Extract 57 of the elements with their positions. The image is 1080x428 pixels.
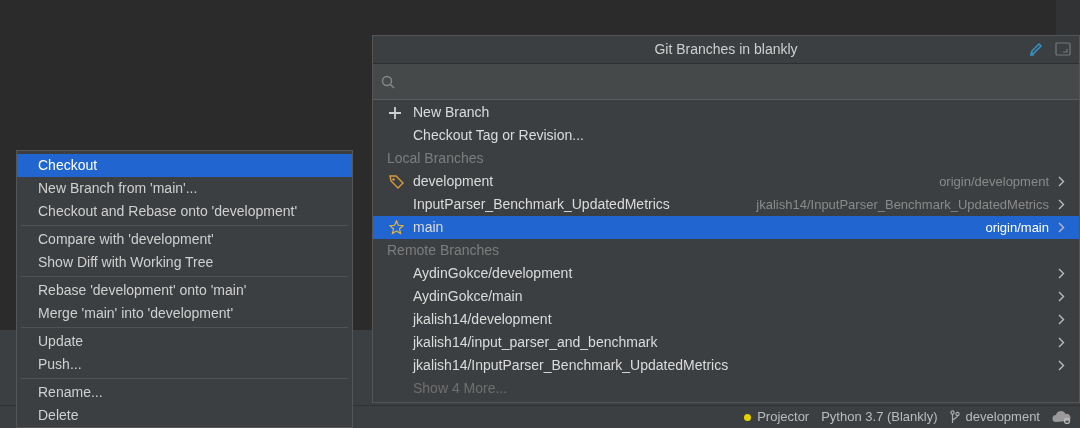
chevron-right-icon [1058, 222, 1065, 233]
status-item[interactable]: development [965, 407, 1040, 427]
branch-item[interactable]: InputParser_Benchmark_UpdatedMetrics jkalish14/InputParser_Benchmark_UpdatedMetrics [373, 193, 1079, 216]
item-label: InputParser_Benchmark_UpdatedMetrics [413, 195, 670, 214]
item-label: main [413, 218, 444, 237]
menu-item[interactable]: Merge 'main' into 'development' [17, 302, 352, 325]
branch-icon [949, 410, 960, 424]
popup-title: Git Branches in blankly [654, 40, 798, 59]
menu-item[interactable]: New Branch from 'main'... [17, 177, 352, 200]
branch-item[interactable]: jkalish14/input_parser_and_benchmark [373, 331, 1079, 354]
item-label: development [413, 172, 494, 191]
action-item[interactable]: Checkout Tag or Revision... [373, 124, 1079, 147]
status-item[interactable]: Projector [757, 407, 810, 427]
menu-item[interactable]: Checkout [17, 154, 352, 177]
section-header: Local Branches [387, 149, 484, 168]
item-label: AydinGokce/main [413, 287, 523, 306]
chevron-right-icon [1058, 199, 1065, 210]
chevron-right-icon [1058, 291, 1065, 302]
chevron-right-icon [1058, 337, 1065, 348]
tracking-branch: origin/main [985, 218, 1049, 237]
menu-item[interactable]: Rebase 'development' onto 'main' [17, 279, 352, 302]
menu-item[interactable]: Push... [17, 353, 352, 376]
plus-icon [389, 106, 401, 119]
star-icon [389, 220, 404, 235]
chevron-right-icon [1058, 360, 1065, 371]
cloud-gear-icon[interactable] [1052, 410, 1072, 424]
tracking-branch: origin/development [939, 172, 1049, 191]
branch-item[interactable]: AydinGokce/main [373, 285, 1079, 308]
section-header: Remote Branches [387, 241, 500, 260]
item-label: New Branch [413, 103, 490, 122]
chevron-right-icon [1058, 176, 1065, 187]
item-label: AydinGokce/development [413, 264, 573, 283]
tag-icon [389, 174, 404, 189]
branch-item[interactable]: development origin/development [373, 170, 1079, 193]
menu-item[interactable]: Show Diff with Working Tree [17, 251, 352, 274]
item-label: jkalish14/development [413, 310, 552, 329]
item-label: Checkout Tag or Revision... [413, 126, 584, 145]
item-label: jkalish14/InputParser_Benchmark_UpdatedMetrics [413, 356, 729, 375]
status-item[interactable]: Python 3.7 (Blankly) [821, 407, 938, 427]
branch-item[interactable]: AydinGokce/development [373, 262, 1079, 285]
menu-item[interactable]: Checkout and Rebase onto 'development' [17, 200, 352, 223]
search-icon [381, 74, 395, 89]
menu-item[interactable]: Rename... [17, 381, 352, 404]
search-field[interactable] [373, 64, 1079, 100]
action-item[interactable]: New Branch [373, 101, 1079, 124]
menu-item[interactable]: Update [17, 330, 352, 353]
chevron-right-icon [1058, 314, 1065, 325]
branch-item[interactable]: jkalish14/development [373, 308, 1079, 331]
pencil-icon[interactable] [1029, 42, 1043, 56]
menu-item[interactable]: Delete [17, 404, 352, 427]
chevron-right-icon [1058, 268, 1065, 279]
menu-item[interactable]: Compare with 'development' [17, 228, 352, 251]
item-label: jkalish14/input_parser_and_benchmark [413, 333, 658, 352]
branch-item[interactable]: jkalish14/InputParser_Benchmark_UpdatedMetrics [373, 354, 1079, 377]
tracking-branch: jkalish14/InputParser_Benchmark_UpdatedMetrics [756, 195, 1049, 214]
expand-icon[interactable] [1055, 42, 1071, 56]
branch-item[interactable]: main origin/main [373, 216, 1079, 239]
